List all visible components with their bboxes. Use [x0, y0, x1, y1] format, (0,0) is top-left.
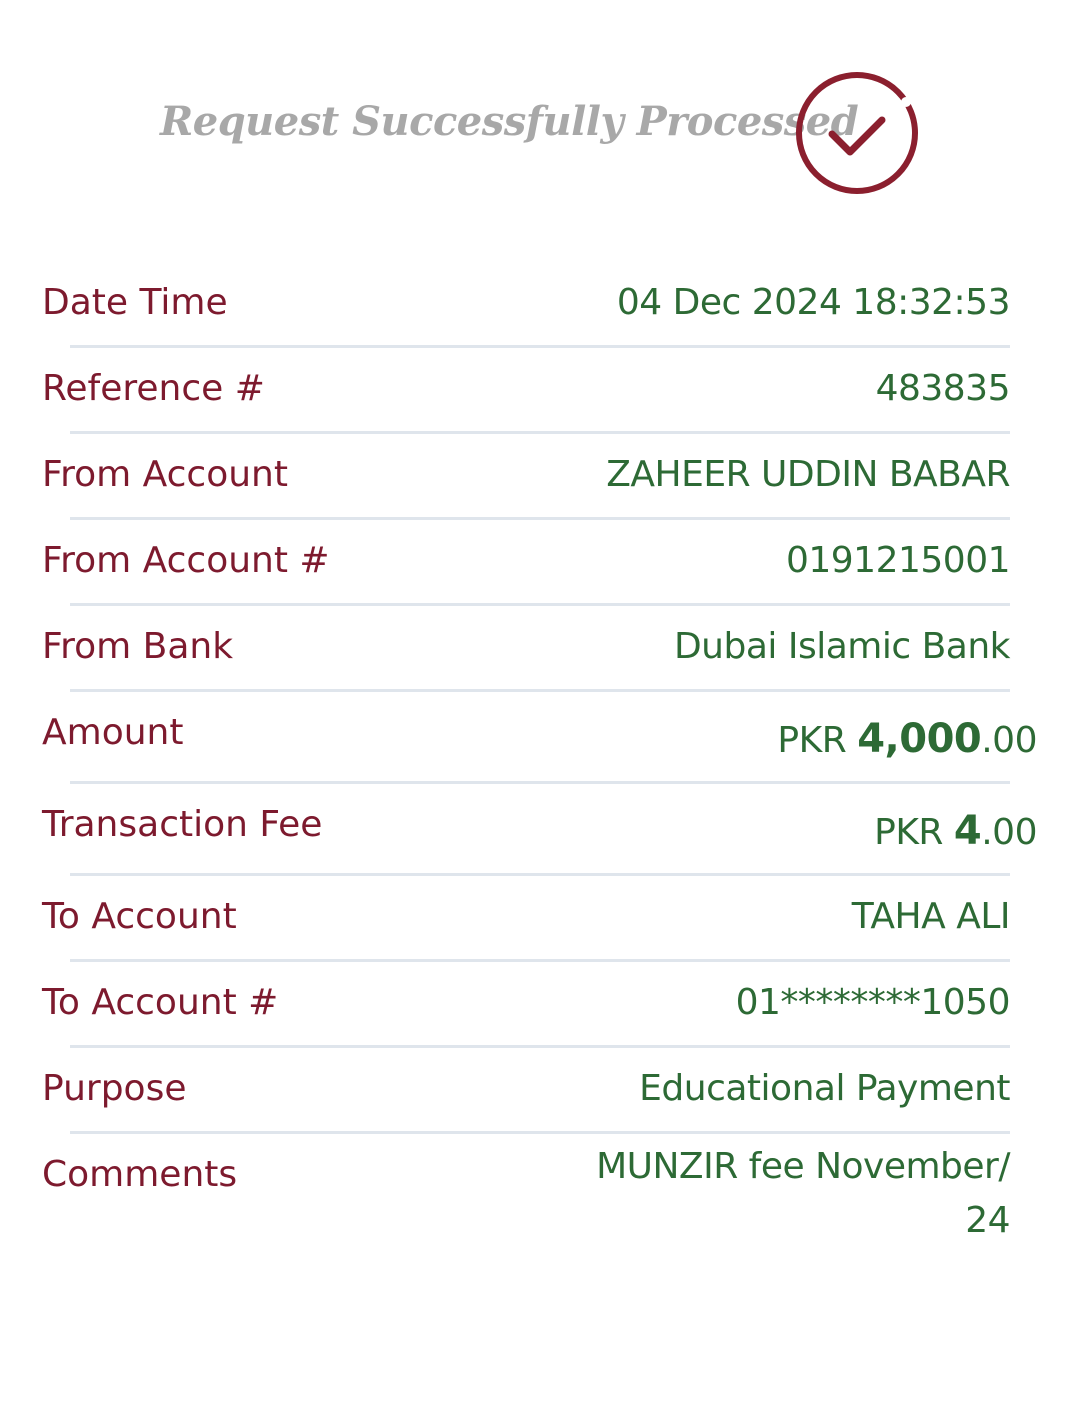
from-account-label: From Account [42, 454, 288, 495]
detail-row-purpose: Purpose Educational Payment [0, 1048, 1080, 1134]
success-title: Request Successfully Processed [160, 98, 859, 145]
amount-currency: PKR [777, 720, 858, 761]
check-circle-icon [796, 72, 918, 194]
comments-value: MUNZIR fee November/ 24 [596, 1146, 1010, 1241]
date-time-value: 04 Dec 2024 18:32:53 [616, 282, 1011, 323]
to-account-value: TAHA ALI [851, 896, 1011, 937]
amount-value: PKR 4,000.00 [777, 716, 1037, 762]
purpose-value: Educational Payment [639, 1068, 1010, 1109]
to-account-number-label: To Account # [42, 982, 279, 1023]
from-bank-label: From Bank [42, 626, 234, 667]
from-account-value: ZAHEER UDDIN BABAR [606, 454, 1010, 495]
fee-currency: PKR [874, 812, 954, 853]
purpose-label: Purpose [42, 1068, 187, 1109]
amount-label: Amount [42, 712, 184, 753]
fee-whole: 4 [953, 808, 982, 854]
transaction-fee-value: PKR 4.00 [874, 808, 1037, 854]
transaction-details: Date Time 04 Dec 2024 18:32:53 Reference… [0, 262, 1080, 1264]
comments-label: Comments [42, 1154, 238, 1195]
receipt-header: Request Successfully Processed [0, 60, 1080, 210]
fee-decimal: .00 [981, 812, 1037, 853]
detail-row-transaction-fee: Transaction Fee PKR 4.00 [0, 784, 1080, 876]
detail-row-to-account-number: To Account # 01********1050 [0, 962, 1080, 1048]
from-account-number-value: 0191215001 [785, 540, 1011, 581]
reference-value: 483835 [875, 368, 1011, 409]
detail-row-from-account: From Account ZAHEER UDDIN BABAR [0, 434, 1080, 520]
date-time-label: Date Time [42, 282, 228, 323]
from-account-number-label: From Account # [42, 540, 330, 581]
detail-row-date-time: Date Time 04 Dec 2024 18:32:53 [0, 262, 1080, 348]
amount-decimal: .00 [981, 720, 1037, 761]
detail-row-reference: Reference # 483835 [0, 348, 1080, 434]
detail-row-amount: Amount PKR 4,000.00 [0, 692, 1080, 784]
reference-label: Reference # [42, 368, 265, 409]
amount-whole: 4,000 [857, 716, 982, 762]
detail-row-from-bank: From Bank Dubai Islamic Bank [0, 606, 1080, 692]
to-account-number-value: 01********1050 [735, 982, 1011, 1023]
from-bank-value: Dubai Islamic Bank [673, 626, 1011, 667]
detail-row-to-account: To Account TAHA ALI [0, 876, 1080, 962]
transaction-fee-label: Transaction Fee [42, 804, 323, 845]
to-account-label: To Account [42, 896, 237, 937]
detail-row-comments: Comments MUNZIR fee November/ 24 [0, 1134, 1080, 1264]
detail-row-from-account-number: From Account # 0191215001 [0, 520, 1080, 606]
